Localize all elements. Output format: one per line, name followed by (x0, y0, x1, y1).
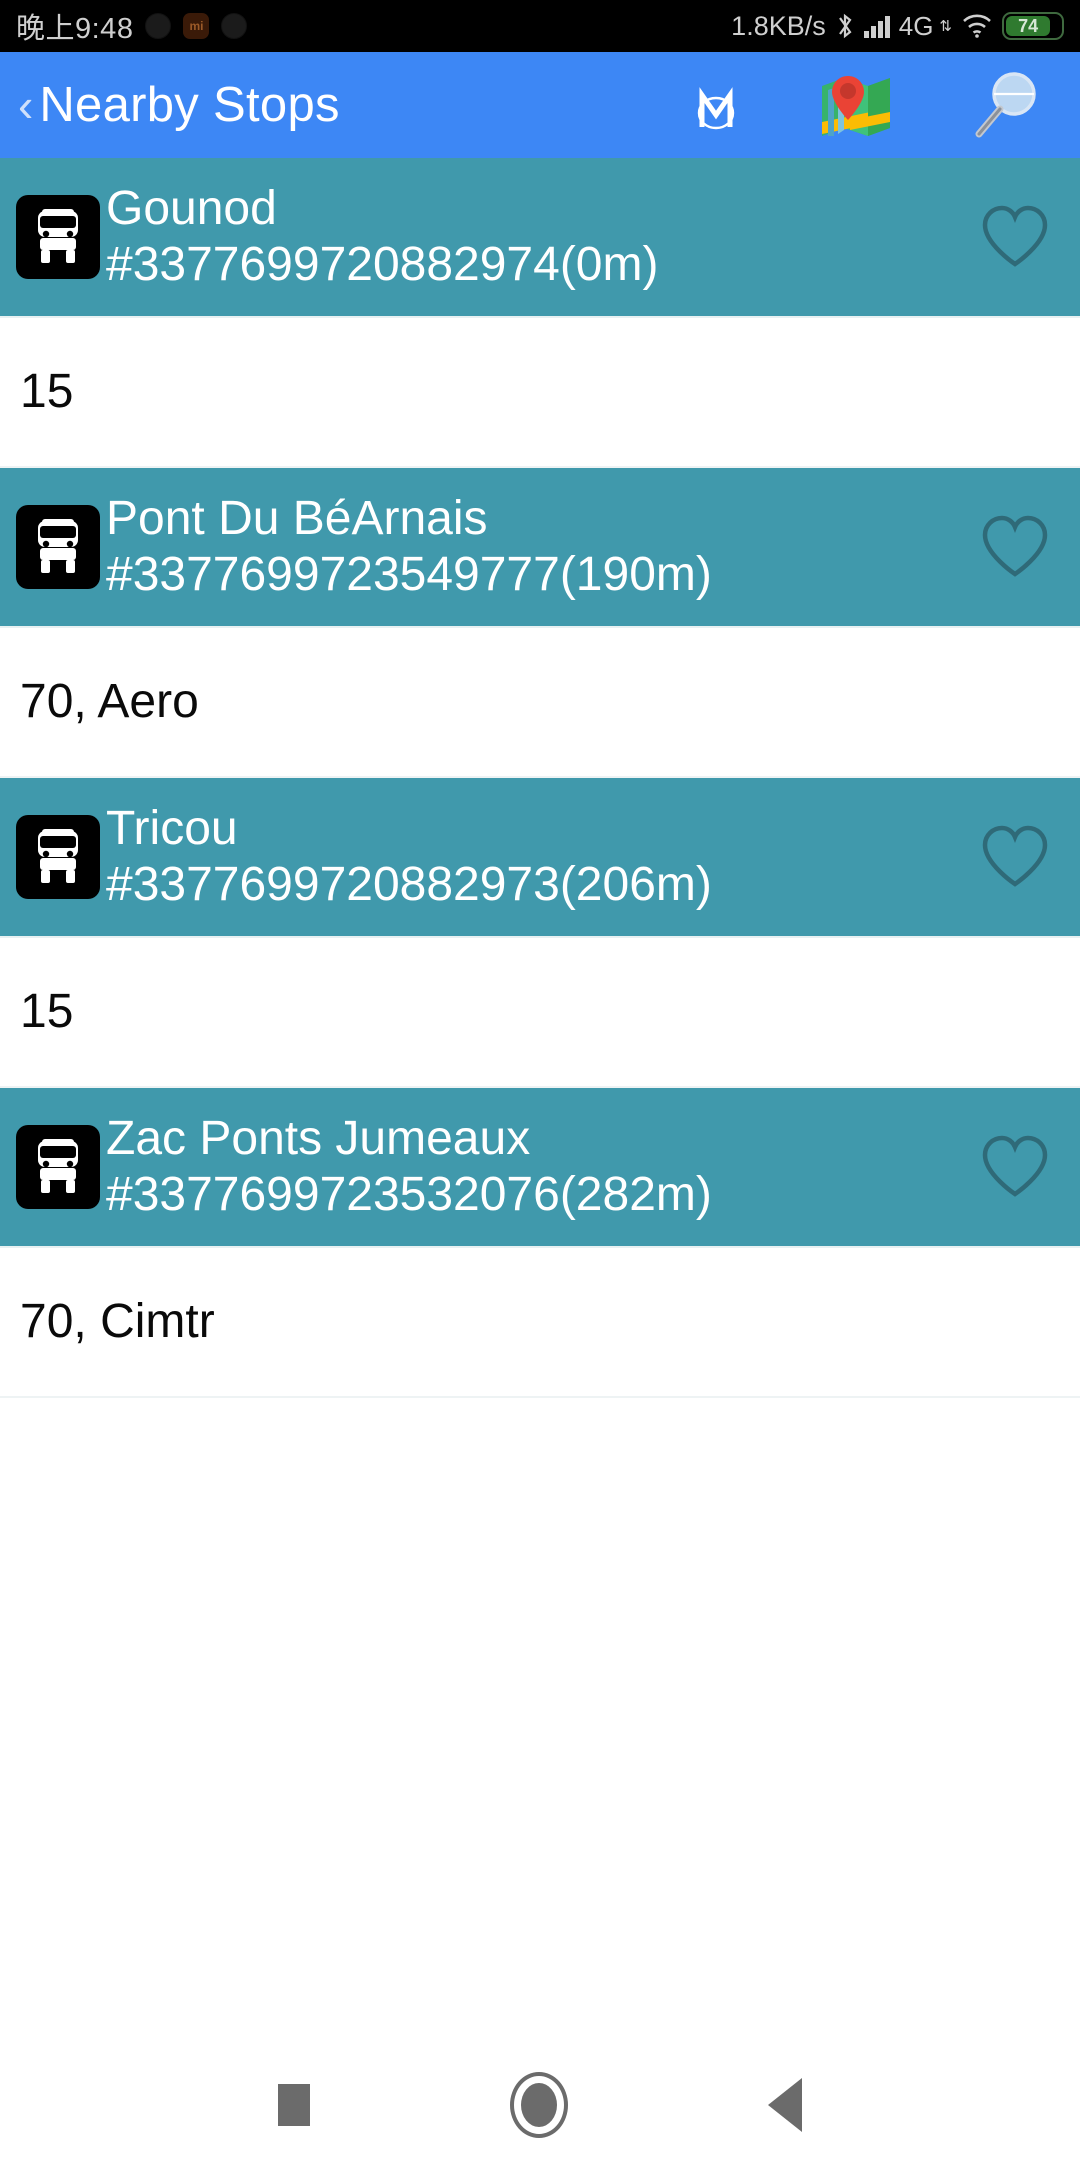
status-bar-right: 1.8KB/s 4G ⇅ 74 (731, 11, 1064, 42)
battery-level-label: 74 (1006, 16, 1051, 36)
stop-name: Gounod (106, 181, 277, 235)
bus-icon (16, 1125, 100, 1209)
metro-icon[interactable] (690, 77, 742, 133)
app-bar: ‹ Nearby Stops (0, 52, 1080, 158)
stop-name: Zac Ponts Jumeaux (106, 1111, 531, 1165)
heart-outline-icon[interactable] (972, 1124, 1058, 1210)
stop-list-item[interactable]: Tricou #3377699720882973(206m) (0, 778, 1080, 938)
bus-icon (16, 815, 100, 899)
status-clock: 晚上9:48 (16, 13, 134, 45)
nearby-stops-list[interactable]: Gounod #3377699720882974(0m) 15 Pont Du BéA… (0, 158, 1080, 1926)
data-arrows-icon: ⇅ (939, 18, 952, 35)
stop-info: Zac Ponts Jumeaux #3377699723532076(282m) (102, 1111, 972, 1223)
heart-outline-icon[interactable] (972, 504, 1058, 590)
notification-dot-2-icon (221, 13, 248, 39)
app-bar-actions (690, 68, 1058, 142)
network-type-label: 4G (898, 10, 934, 41)
bus-icon (16, 195, 100, 279)
back-button[interactable]: ‹ (10, 82, 39, 128)
heart-outline-icon[interactable] (972, 194, 1058, 280)
wifi-icon (961, 13, 993, 39)
route-list-item[interactable]: 70, Aero (0, 628, 1080, 778)
route-numbers: 15 (20, 365, 74, 419)
recents-button[interactable] (278, 2084, 310, 2126)
route-list-item[interactable]: 70, Cimtr (0, 1248, 1080, 1398)
stop-info: Gounod #3377699720882974(0m) (102, 181, 972, 293)
stop-id-distance: #3377699723532076(282m) (106, 1168, 712, 1221)
stop-id-distance: #3377699723549777(190m) (106, 548, 712, 601)
network-speed-label: 1.8KB/s (731, 10, 826, 41)
stop-id-distance: #3377699720882974(0m) (106, 238, 659, 291)
stop-name: Tricou (106, 801, 238, 855)
search-icon[interactable] (970, 68, 1044, 142)
bus-icon (16, 505, 100, 589)
route-numbers: 70, Cimtr (20, 1295, 215, 1349)
stop-id-distance: #3377699720882973(206m) (106, 858, 712, 911)
stop-list-item[interactable]: Zac Ponts Jumeaux #3377699723532076(282m) (0, 1088, 1080, 1248)
system-navigation-bar (0, 2050, 1080, 2160)
stop-info: Pont Du BéArnais #3377699723549777(190m) (102, 491, 972, 603)
page-title: Nearby Stops (39, 78, 340, 132)
heart-outline-icon[interactable] (972, 814, 1058, 900)
home-button[interactable] (510, 2072, 568, 2138)
stop-info: Tricou #3377699720882973(206m) (102, 801, 972, 913)
battery-icon: 74 (1002, 12, 1064, 40)
status-bar-left: 晚上9:48 mi (16, 5, 248, 47)
route-list-item[interactable]: 15 (0, 938, 1080, 1088)
route-numbers: 15 (20, 985, 74, 1039)
signal-bars-icon (863, 14, 890, 38)
mi-app-icon: mi (183, 13, 210, 39)
map-icon[interactable] (820, 70, 892, 140)
route-list-item[interactable]: 15 (0, 318, 1080, 468)
status-bar: 晚上9:48 mi 1.8KB/s 4G ⇅ 74 (0, 0, 1080, 52)
stop-list-item[interactable]: Gounod #3377699720882974(0m) (0, 158, 1080, 318)
back-nav-button[interactable] (768, 2078, 802, 2132)
notification-dot-icon (145, 13, 172, 39)
stop-name: Pont Du BéArnais (106, 491, 488, 545)
route-numbers: 70, Aero (20, 675, 199, 729)
bluetooth-icon (835, 12, 855, 40)
stop-list-item[interactable]: Pont Du BéArnais #3377699723549777(190m) (0, 468, 1080, 628)
